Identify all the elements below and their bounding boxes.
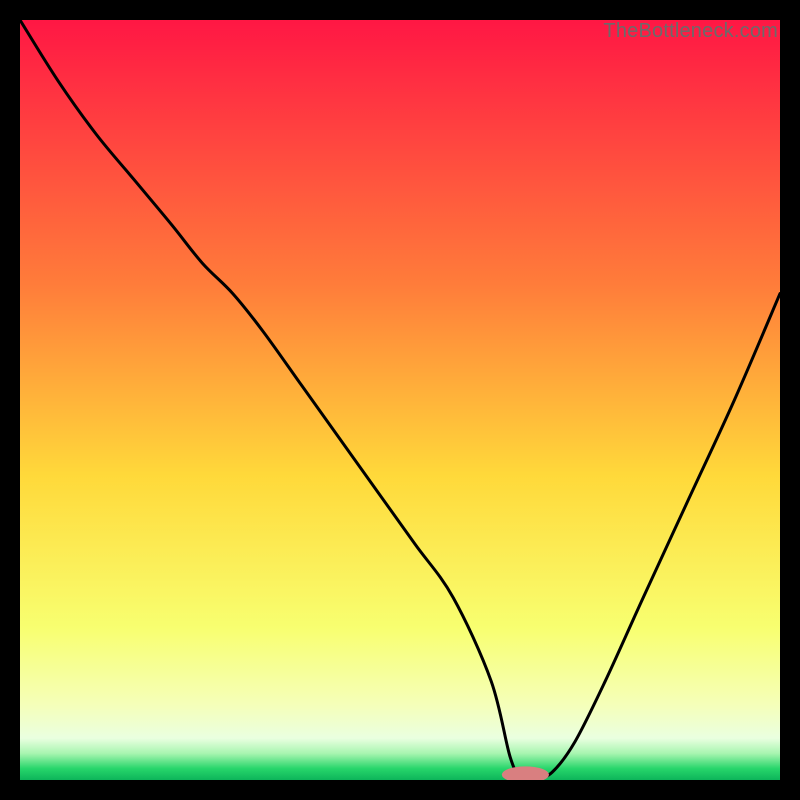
bottleneck-chart <box>20 20 780 780</box>
watermark-label: TheBottleneck.com <box>603 20 778 43</box>
chart-container: TheBottleneck.com <box>20 20 780 780</box>
gradient-background <box>20 20 780 780</box>
